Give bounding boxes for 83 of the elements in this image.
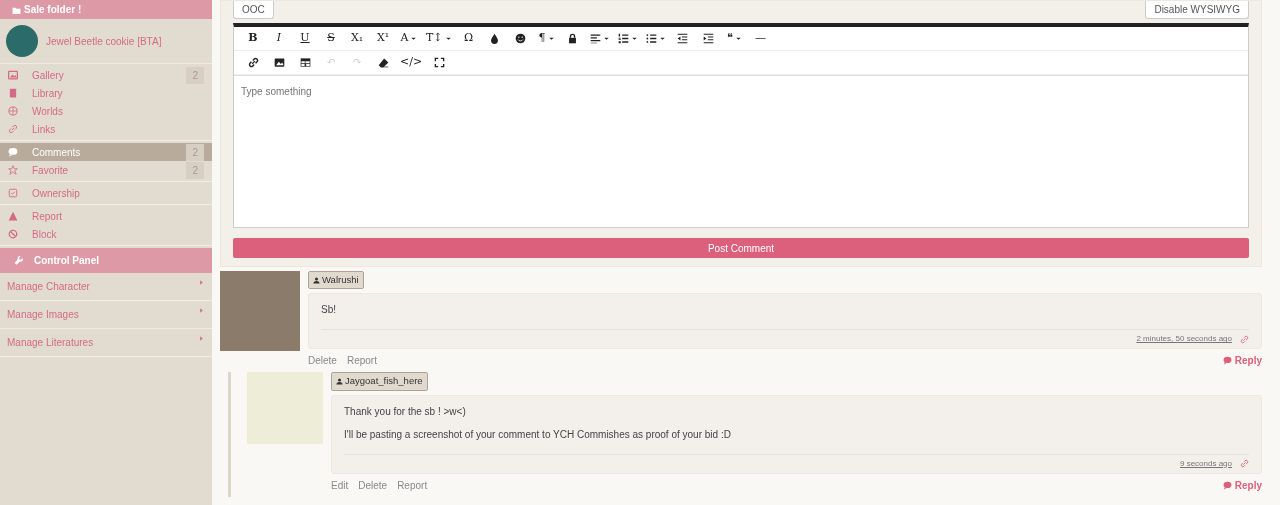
action-link[interactable]: Delete — [308, 353, 337, 369]
author-button[interactable]: Jaygoat_fish_here — [331, 372, 428, 391]
eraser-icon — [377, 57, 389, 68]
caret-icon — [547, 35, 555, 42]
avatar-circle — [6, 25, 38, 57]
caret-icon — [198, 307, 205, 314]
lock-icon — [567, 33, 579, 44]
toolbar-button[interactable]: ❝ — [721, 27, 748, 50]
menu-item[interactable]: Manage Images — [0, 301, 212, 329]
table-icon — [299, 57, 311, 68]
action-link[interactable]: Delete — [358, 477, 388, 493]
reply-link[interactable]: Reply — [1222, 477, 1262, 493]
timestamp-link[interactable]: 9 seconds ago — [1179, 457, 1232, 470]
reply-link[interactable]: Reply — [1222, 353, 1262, 369]
toolbar-button[interactable]: I — [266, 27, 292, 50]
folder-title-text: Sale folder ! — [24, 4, 82, 15]
indent-icon — [703, 33, 715, 44]
toolbar-button[interactable]: A — [396, 27, 422, 50]
speech-bubble-icon — [1222, 480, 1232, 490]
sidebar-item[interactable]: Worlds — [0, 102, 212, 120]
link-icon — [247, 57, 259, 68]
menu-item[interactable]: Manage Character — [0, 273, 212, 301]
toolbar-button[interactable]: X¹ — [370, 27, 396, 50]
sidebar-item[interactable]: Ownership — [0, 184, 212, 202]
user-icon — [336, 378, 343, 386]
toolbar-button[interactable]: </> — [396, 51, 427, 74]
author-button[interactable]: Walrushi — [308, 271, 364, 290]
caret-icon — [198, 279, 205, 286]
warning-icon — [8, 211, 18, 221]
drop-icon — [489, 33, 501, 44]
checkbox-icon — [8, 188, 18, 198]
comment-text: I'll be pasting a screenshot of your comment to YCH Commishes as proof of your bid :D — [344, 427, 732, 442]
speech-bubble-icon — [1222, 356, 1232, 366]
toolbar-button[interactable]: B — [240, 27, 266, 50]
image-icon — [273, 57, 285, 68]
character-name-link[interactable]: Jewel Beetle cookie [BTA] — [46, 33, 162, 49]
sidebar-item[interactable]: Library — [0, 84, 212, 102]
toolbar-button[interactable]: S — [318, 27, 344, 50]
link-icon — [1240, 459, 1249, 468]
caret-icon — [602, 35, 610, 42]
caret-icon — [658, 35, 666, 42]
smiley-icon — [515, 33, 527, 44]
fullscreen-icon — [433, 57, 445, 68]
align-left-icon — [589, 33, 601, 44]
star-icon — [8, 165, 18, 175]
image-icon — [8, 70, 18, 80]
sidebar-item[interactable]: Links — [0, 120, 212, 138]
caret-icon — [444, 35, 452, 42]
sidebar-item[interactable]: Report — [0, 207, 212, 225]
toolbar-button[interactable]: U — [292, 27, 318, 50]
action-link[interactable]: Report — [397, 477, 428, 493]
action-link[interactable]: Edit — [331, 477, 349, 493]
control-panel-title: Control Panel — [34, 254, 99, 268]
caret-icon — [630, 35, 638, 42]
toolbar-button[interactable]: T↕ — [422, 27, 456, 50]
link-icon — [8, 124, 18, 134]
link-icon — [1240, 334, 1249, 344]
wysiwyg-toggle-button[interactable]: Disable WYSIWYG — [1145, 1, 1249, 19]
user-icon — [313, 277, 320, 284]
toolbar-button[interactable]: — — [747, 27, 774, 50]
bullet-list-icon — [645, 33, 657, 44]
toolbar-button[interactable]: ¶ — [533, 27, 560, 50]
wrench-icon — [14, 255, 24, 266]
comment-text: Thank you for the sb ! >w<) — [344, 404, 467, 419]
speech-bubble-icon — [8, 147, 18, 157]
toolbar-button[interactable]: X₁ — [344, 27, 370, 50]
folder-icon — [12, 5, 21, 15]
caret-icon — [410, 35, 418, 42]
menu-item[interactable]: Manage Literatures — [0, 329, 212, 357]
timestamp-link[interactable]: 2 minutes, 50 seconds ago — [1136, 333, 1232, 346]
ooc-button[interactable]: OOC — [233, 1, 274, 19]
block-icon — [8, 229, 18, 239]
outdent-icon — [677, 33, 689, 44]
globe-icon — [8, 106, 18, 116]
post-comment-button[interactable]: Post Comment — [233, 238, 1249, 258]
comment-text: Sb! — [321, 303, 337, 318]
book-icon — [8, 88, 18, 98]
action-link[interactable]: Report — [346, 353, 377, 369]
caret-icon — [198, 335, 205, 342]
sidebar-item[interactable]: Block — [0, 225, 212, 243]
toolbar-button[interactable]: Ω — [455, 27, 482, 50]
numbered-list-icon — [617, 33, 629, 44]
caret-icon — [735, 35, 743, 42]
